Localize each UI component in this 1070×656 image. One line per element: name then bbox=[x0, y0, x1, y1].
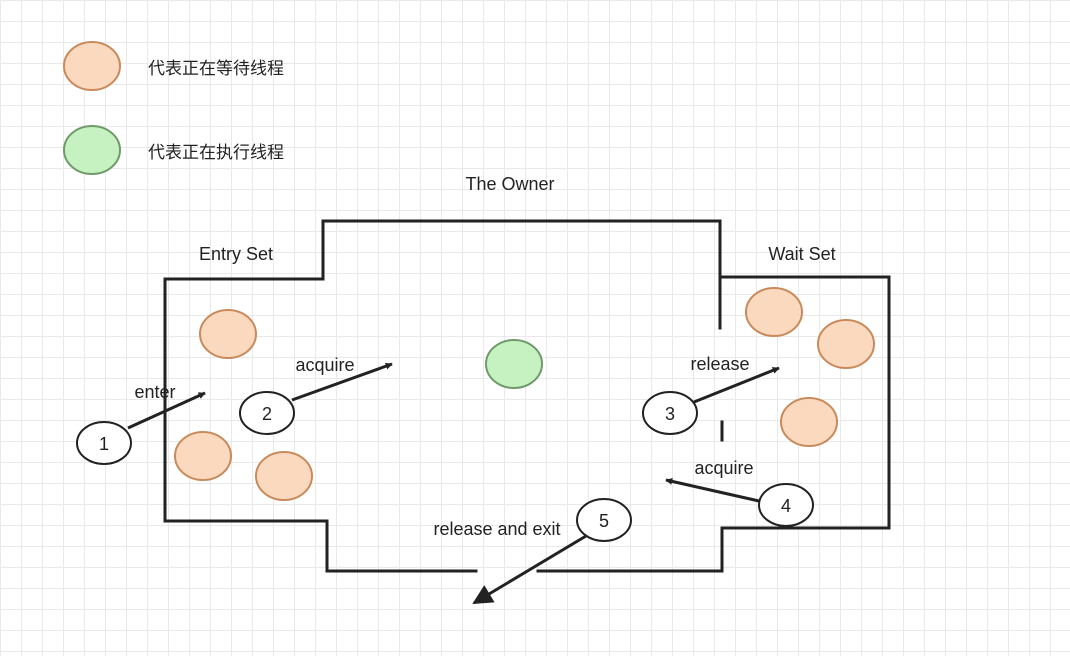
step-release: 3 release bbox=[642, 354, 780, 435]
step-number: 3 bbox=[665, 404, 675, 424]
legend-running-label: 代表正在执行线程 bbox=[148, 143, 284, 163]
wait-waiting-thread-icon bbox=[780, 397, 838, 447]
acquire-arrow bbox=[665, 477, 760, 503]
step-number: 1 bbox=[99, 434, 109, 454]
legend-waiting-label: 代表正在等待线程 bbox=[148, 59, 284, 79]
step-label: release and exit bbox=[433, 519, 560, 539]
entry-waiting-thread-icon bbox=[199, 309, 257, 359]
wait-waiting-thread-icon bbox=[817, 319, 875, 369]
step-label: acquire bbox=[295, 355, 354, 375]
step-label: release bbox=[690, 354, 749, 374]
owner-wall-top bbox=[321, 219, 722, 330]
step-number: 4 bbox=[781, 496, 791, 516]
legend-waiting-thread-icon bbox=[63, 41, 121, 91]
entry-set-title: Entry Set bbox=[199, 244, 273, 264]
step-acquire-wait: 4 acquire bbox=[665, 458, 814, 527]
step-number: 2 bbox=[262, 404, 272, 424]
legend-running-thread-icon bbox=[63, 125, 121, 175]
owner-running-thread-icon bbox=[485, 339, 543, 389]
entry-waiting-thread-icon bbox=[174, 431, 232, 481]
wait-set-threads bbox=[745, 287, 875, 447]
step-release-exit: 5 release and exit bbox=[433, 498, 632, 605]
step-label: acquire bbox=[694, 458, 753, 478]
legend: 代表正在等待线程 代表正在执行线程 bbox=[63, 41, 284, 175]
step-label: enter bbox=[134, 382, 175, 402]
wait-set-title: Wait Set bbox=[768, 244, 835, 264]
monitor-diagram: 代表正在等待线程 代表正在执行线程 The Owner Entry Set Wa… bbox=[63, 41, 891, 605]
wait-waiting-thread-icon bbox=[745, 287, 803, 337]
step-acquire-entry: 2 acquire bbox=[239, 355, 393, 435]
step-number: 5 bbox=[599, 511, 609, 531]
owner-title: The Owner bbox=[465, 174, 554, 194]
entry-waiting-thread-icon bbox=[255, 451, 313, 501]
